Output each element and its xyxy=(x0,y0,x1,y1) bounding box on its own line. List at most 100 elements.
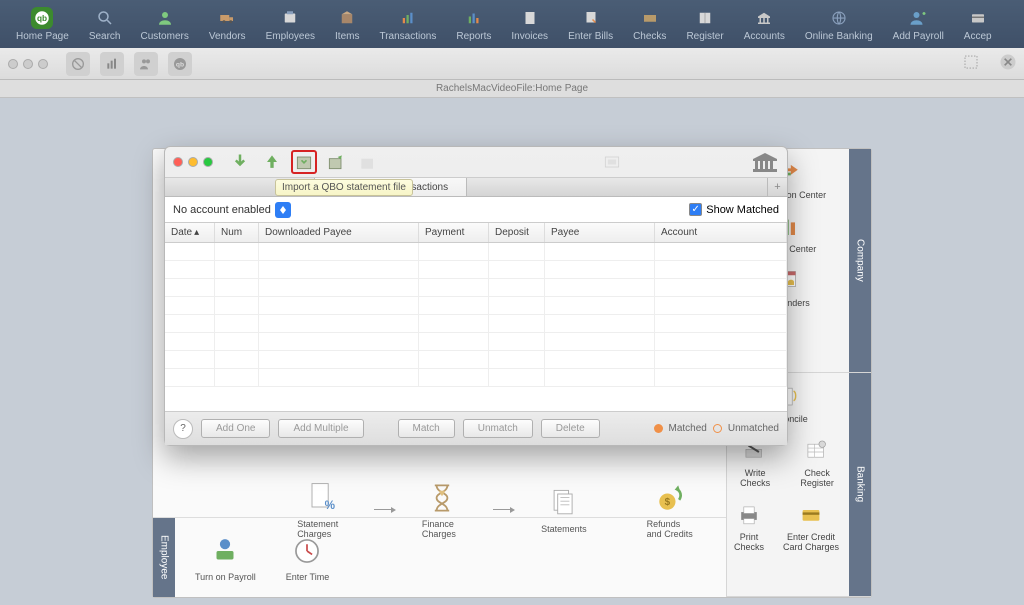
col-num[interactable]: Num xyxy=(215,223,259,242)
nav-online-banking[interactable]: Online Banking xyxy=(795,3,883,46)
table-row[interactable] xyxy=(165,279,787,297)
nav-checks[interactable]: Checks xyxy=(623,3,676,46)
chart-tool-icon[interactable] xyxy=(100,52,124,76)
nav-accept[interactable]: Accep xyxy=(954,3,1002,46)
search-icon xyxy=(94,7,116,29)
nav-items[interactable]: Items xyxy=(325,3,369,46)
account-select[interactable]: No account enabled xyxy=(173,202,291,218)
table-row[interactable] xyxy=(165,297,787,315)
qb-tool-icon[interactable]: qb xyxy=(168,52,192,76)
dlwin-tabs: Downloaded Transactions + xyxy=(165,177,787,197)
svg-text:qb: qb xyxy=(37,14,47,23)
arrow-icon xyxy=(374,509,392,510)
employee-section: Employee Turn on Payroll Enter Time xyxy=(153,517,726,597)
import-tooltip: Import a QBO statement file xyxy=(275,179,413,196)
qb-logo-icon: qb xyxy=(31,7,53,29)
arrow-icon xyxy=(493,509,511,510)
card-icon xyxy=(967,7,989,29)
window-traffic-lights[interactable] xyxy=(8,59,48,69)
filter-row: No account enabled Show Matched xyxy=(165,197,787,223)
col-downloaded-payee[interactable]: Downloaded Payee xyxy=(259,223,419,242)
register-icon xyxy=(799,437,835,467)
box-icon xyxy=(336,7,358,29)
table-row[interactable] xyxy=(165,333,787,351)
bars-icon xyxy=(397,7,419,29)
table-row[interactable] xyxy=(165,351,787,369)
enter-cc-charges[interactable]: Enter Credit Card Charges xyxy=(777,501,845,553)
expand-icon[interactable] xyxy=(962,53,980,74)
book-icon xyxy=(694,7,716,29)
bank-icon[interactable] xyxy=(751,151,779,173)
dlwin-footer: ? Add One Add Multiple Match Unmatch Del… xyxy=(165,411,787,445)
matched-dot-icon xyxy=(654,424,663,433)
import-web-icon[interactable] xyxy=(323,150,349,174)
nav-search[interactable]: Search xyxy=(79,3,131,46)
nav-accounts[interactable]: Accounts xyxy=(734,3,795,46)
nav-label: Home Page xyxy=(16,31,69,42)
unmatch-button[interactable]: Unmatch xyxy=(463,419,533,438)
clock-icon xyxy=(288,533,326,569)
nav-home-page[interactable]: qb Home Page xyxy=(6,3,79,46)
credit-card-icon xyxy=(793,501,829,531)
nav-transactions[interactable]: Transactions xyxy=(369,3,446,46)
dlwin-traffic-lights[interactable] xyxy=(173,157,213,167)
table-row[interactable] xyxy=(165,261,787,279)
page-title-bar: RachelsMacVideoFile:Home Page xyxy=(0,80,1024,98)
badge-icon xyxy=(279,7,301,29)
nav-register[interactable]: Register xyxy=(676,3,733,46)
table-header: Date ▴ Num Downloaded Payee Payment Depo… xyxy=(165,223,787,243)
download-green-icon[interactable] xyxy=(227,150,253,174)
close-icon[interactable] xyxy=(998,52,1018,75)
turn-on-payroll[interactable]: Turn on Payroll xyxy=(195,533,256,582)
company-tab[interactable]: Company xyxy=(849,149,871,372)
delete-button[interactable]: Delete xyxy=(541,419,600,438)
svg-text:$: $ xyxy=(665,497,671,508)
table-row[interactable] xyxy=(165,369,787,387)
col-payment[interactable]: Payment xyxy=(419,223,489,242)
dlwin-titlebar[interactable] xyxy=(165,147,787,177)
hourglass-icon xyxy=(423,480,461,516)
main-toolbar: qb Home Page Search Customers Vendors Em… xyxy=(0,0,1024,48)
workspace-stage: % Statement Charges Finance Charges Stat… xyxy=(0,98,1024,605)
refund-icon: $ xyxy=(652,480,690,516)
nav-invoices[interactable]: Invoices xyxy=(501,3,558,46)
pencil-icon xyxy=(580,7,602,29)
print-checks[interactable]: Print Checks xyxy=(731,501,767,553)
table-row[interactable] xyxy=(165,315,787,333)
document-icon xyxy=(519,7,541,29)
col-account[interactable]: Account xyxy=(655,223,787,242)
show-matched-checkbox[interactable]: Show Matched xyxy=(689,203,779,216)
disabled-tool-icon xyxy=(66,52,90,76)
tool-disabled-icon xyxy=(355,150,381,174)
tool-center-icon[interactable] xyxy=(599,150,625,174)
window-toolbar: qb xyxy=(0,48,1024,80)
match-button[interactable]: Match xyxy=(398,419,455,438)
banking-tab[interactable]: Banking xyxy=(849,373,871,596)
download-arrow-icon[interactable] xyxy=(259,150,285,174)
nav-employees[interactable]: Employees xyxy=(256,3,325,46)
col-deposit[interactable]: Deposit xyxy=(489,223,545,242)
legend: Matched Unmatched xyxy=(654,423,780,434)
person-add-icon xyxy=(907,7,929,29)
people-tool-icon[interactable] xyxy=(134,52,158,76)
nav-customers[interactable]: Customers xyxy=(131,3,199,46)
add-multiple-button[interactable]: Add Multiple xyxy=(278,419,363,438)
statements-icon xyxy=(545,485,583,521)
col-payee[interactable]: Payee xyxy=(545,223,655,242)
help-button[interactable]: ? xyxy=(173,419,193,439)
import-qbo-button[interactable] xyxy=(291,150,317,174)
downloaded-transactions-window: Import a QBO statement file Downloaded T… xyxy=(164,146,788,446)
payroll-icon xyxy=(206,533,244,569)
col-date[interactable]: Date ▴ xyxy=(165,223,215,242)
table-row[interactable] xyxy=(165,243,787,261)
check-register[interactable]: Check Register xyxy=(789,437,845,489)
nav-vendors[interactable]: Vendors xyxy=(199,3,256,46)
employee-tab[interactable]: Employee xyxy=(153,518,175,597)
nav-enter-bills[interactable]: Enter Bills xyxy=(558,3,623,46)
enter-time[interactable]: Enter Time xyxy=(286,533,330,582)
add-tab-button[interactable]: + xyxy=(767,178,787,196)
nav-add-payroll[interactable]: Add Payroll xyxy=(883,3,954,46)
chevron-updown-icon xyxy=(275,202,291,218)
nav-reports[interactable]: Reports xyxy=(446,3,501,46)
add-one-button[interactable]: Add One xyxy=(201,419,270,438)
